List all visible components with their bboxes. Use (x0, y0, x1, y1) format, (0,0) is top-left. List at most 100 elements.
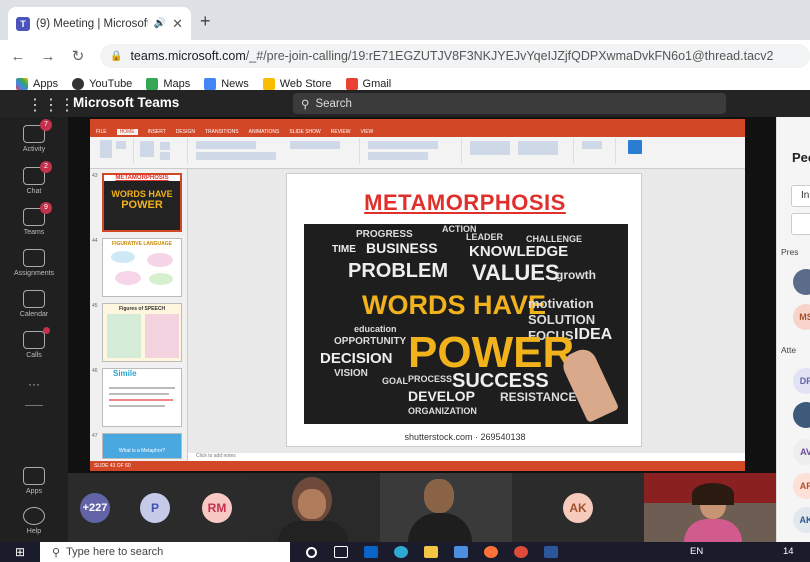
url-domain: teams.microsoft.com (130, 49, 246, 63)
teams-icon: 9 (23, 202, 52, 226)
bookmark-web-store[interactable]: Web Store (262, 77, 332, 90)
windows-start-icon[interactable]: ⊞ (0, 545, 40, 559)
attendee-avatar-dp[interactable]: DP (793, 368, 810, 394)
bell-icon: 7 (23, 119, 52, 143)
phone-icon (23, 327, 50, 349)
participant-video-1[interactable] (248, 473, 380, 542)
search-icon: ⚲ (52, 546, 61, 559)
participant-video-2[interactable] (380, 473, 512, 542)
help-icon (23, 507, 45, 525)
chrome-icon[interactable] (506, 542, 536, 562)
participant-tile-rm[interactable]: RM (186, 473, 248, 542)
web-store-icon (262, 77, 275, 90)
bookmark-news[interactable]: News (204, 77, 249, 90)
bookmark-gmail[interactable]: Gmail (345, 77, 391, 90)
rail-item-activity[interactable]: 7 Activity (0, 119, 68, 153)
new-tab-button[interactable]: + (200, 11, 211, 32)
slide-title: METAMORPHOSIS (364, 190, 566, 215)
maps-icon (146, 77, 159, 90)
app-launcher-icon[interactable]: ⋮⋮⋮ (27, 95, 75, 115)
assignments-icon (23, 249, 45, 267)
language-indicator[interactable]: EN (690, 546, 703, 557)
rail-item-help[interactable]: Help (0, 507, 68, 535)
rail-item-apps[interactable]: Apps (0, 467, 68, 495)
rail-divider (0, 405, 68, 406)
teams-favicon-icon: T (16, 16, 30, 31)
apps-grid-icon (16, 77, 28, 90)
calendar-icon (23, 290, 45, 308)
browser-tab[interactable]: T (9) Meeting | Microsoft Team 🔊 ✕ (8, 7, 191, 40)
rail-item-chat[interactable]: 2 Chat (0, 161, 68, 195)
firefox-icon[interactable] (476, 542, 506, 562)
rail-item-calls[interactable]: Calls (0, 327, 68, 359)
presenter-avatar-ms[interactable]: MS (793, 304, 810, 330)
slide-thumbnail-43[interactable]: METAMORPHOSIS WORDS HAVE POWER (102, 173, 182, 232)
attendee-avatar-ak[interactable]: AK (793, 507, 810, 533)
store-icon[interactable] (446, 542, 476, 562)
url-path: /_#/pre-join-calling/19:rE71EGZUTJV8F3NK… (245, 49, 774, 63)
slide-thumbnail-44[interactable]: FIGURATIVE LANGUAGE (102, 238, 182, 297)
speaker-icon[interactable]: 🔊 (154, 18, 166, 29)
bookmark-youtube[interactable]: YouTube (72, 77, 132, 90)
participant-video-3[interactable] (644, 473, 776, 542)
slide-thumbnail-46[interactable]: Simile (102, 368, 182, 427)
gmail-icon (345, 77, 358, 90)
presenters-label: Pres (781, 247, 799, 257)
forward-icon[interactable]: → (36, 48, 60, 65)
search-input[interactable]: ⚲ Search (293, 93, 726, 114)
edge-icon[interactable] (386, 542, 416, 562)
tab-title: (9) Meeting | Microsoft Team (36, 17, 148, 30)
participant-tile-ak[interactable]: AK (512, 473, 644, 542)
people-panel: People In Pres MS Atte DP AV AP AK (776, 117, 810, 542)
panel-title: People (792, 150, 810, 165)
more-apps-icon[interactable]: ··· (0, 377, 68, 391)
word-icon[interactable] (536, 542, 566, 562)
word-cloud-image: PROGRESS ACTION LEADER CHALLENGE TIME BU… (304, 224, 628, 424)
attendees-label: Atte (781, 345, 797, 355)
writing-hand (558, 345, 620, 423)
search-icon: ⚲ (301, 98, 310, 111)
address-bar[interactable]: 🔒 teams.microsoft.com/_#/pre-join-callin… (100, 44, 810, 68)
bookmark-apps[interactable]: Apps (16, 77, 58, 90)
slide-thumbnails-pane: 43 METAMORPHOSIS WORDS HAVE POWER 44 FIG… (90, 169, 188, 461)
mail-icon[interactable] (356, 542, 386, 562)
slide-thumbnail-45[interactable]: Figures of SPEECH (102, 303, 182, 362)
system-clock[interactable]: 14 (783, 546, 794, 557)
overflow-count: +227 (80, 493, 110, 523)
powerpoint-status-bar: SLIDE 43 OF 60 (90, 461, 745, 471)
rail-item-calendar[interactable]: Calendar (0, 290, 68, 318)
cortana-icon[interactable] (296, 542, 326, 562)
app-title: Microsoft Teams (73, 95, 180, 110)
windows-taskbar: ⊞ ⚲ Type here to search EN 14 (0, 542, 810, 562)
shared-screen-powerpoint: FILE HOME INSERT DESIGN TRANSITIONS ANIMATION… (90, 119, 745, 471)
rail-item-assignments[interactable]: Assignments (0, 249, 68, 277)
slide-notes[interactable]: Click to add notes (188, 453, 745, 461)
back-icon[interactable]: ← (6, 48, 30, 65)
attendee-avatar-photo[interactable] (793, 402, 810, 428)
current-slide: METAMORPHOSIS PROGRESS ACTION LEADER CHA… (286, 173, 642, 447)
bookmark-maps[interactable]: Maps (146, 77, 190, 90)
search-placeholder: Search (315, 97, 352, 110)
browser-nav-bar: ← → ↻ 🔒 teams.microsoft.com/_#/pre-join-… (0, 40, 810, 72)
attendee-avatar-av[interactable]: AV (793, 439, 810, 465)
apps-icon (23, 467, 45, 485)
invite-input[interactable]: In (791, 185, 810, 207)
presenter-avatar-photo[interactable] (793, 269, 810, 295)
chat-icon: 2 (23, 161, 52, 185)
close-tab-icon[interactable]: ✕ (172, 16, 183, 32)
share-invite-field[interactable] (791, 213, 810, 235)
news-icon (204, 77, 217, 90)
teams-left-rail: 7 Activity 2 Chat 9 Teams Assignments Calen… (0, 117, 68, 542)
slide-thumbnail-47[interactable]: What is a Metaphor? (102, 433, 182, 459)
reload-icon[interactable]: ↻ (66, 47, 90, 65)
file-explorer-icon[interactable] (416, 542, 446, 562)
attendee-avatar-ap[interactable]: AP (793, 473, 810, 499)
participant-tile-p[interactable]: P (123, 473, 186, 542)
participant-overflow-tile[interactable]: +227 (68, 473, 123, 542)
task-view-icon[interactable] (326, 542, 356, 562)
taskbar-search-input[interactable]: ⚲ Type here to search (40, 542, 290, 562)
rail-item-teams[interactable]: 9 Teams (0, 202, 68, 236)
teams-header: ⋮⋮⋮ Microsoft Teams ⚲ Search (0, 90, 810, 117)
image-credit: shutterstock.com · 269540138 (404, 432, 526, 442)
youtube-icon (72, 77, 85, 90)
